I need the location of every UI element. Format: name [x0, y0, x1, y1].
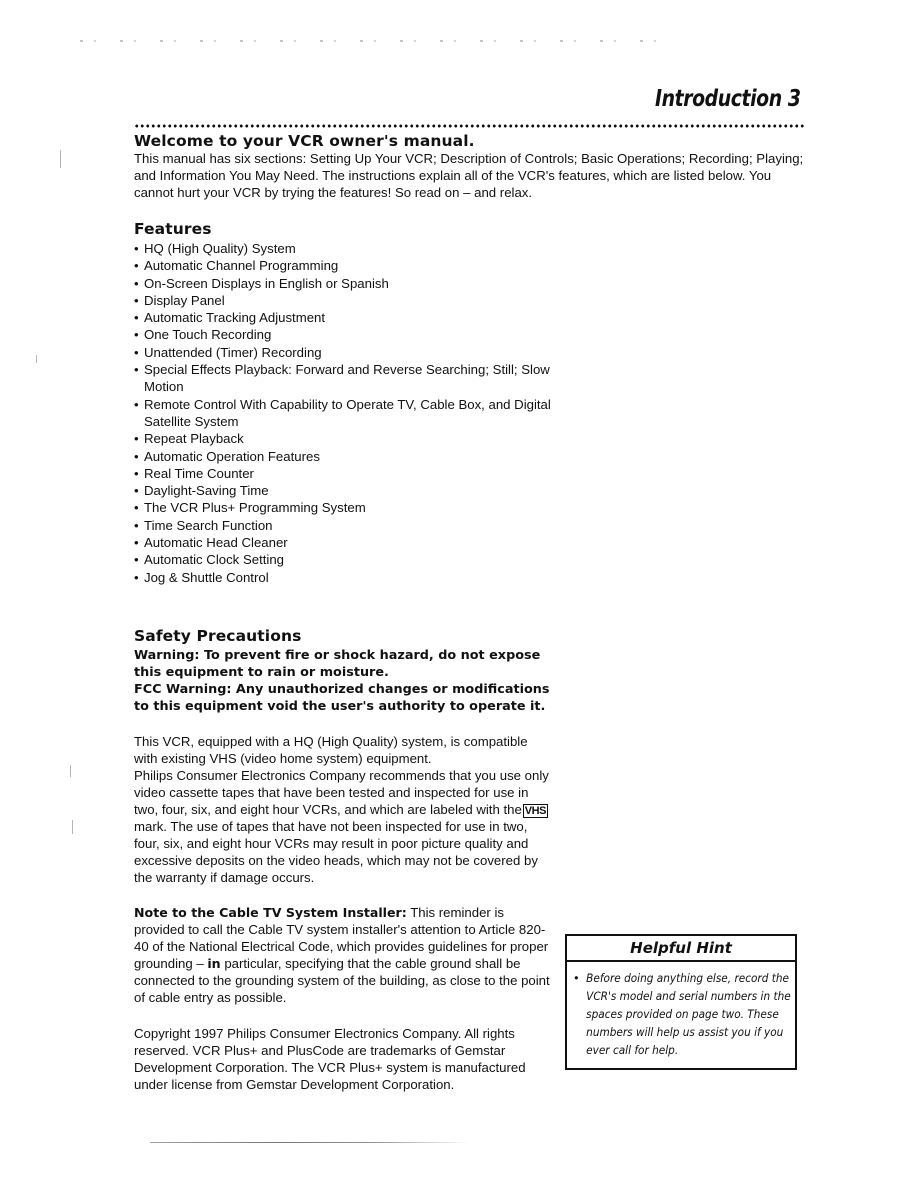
feature-item: Automatic Tracking Adjustment	[134, 309, 554, 327]
compatibility-section: This VCR, equipped with a HQ (High Quali…	[134, 733, 554, 886]
feature-item: Unattended (Timer) Recording	[134, 344, 554, 362]
scan-speck	[36, 355, 37, 363]
scan-artifact-bottom	[150, 1142, 470, 1143]
feature-item: Time Search Function	[134, 517, 554, 535]
shock-warning: Warning: To prevent fire or shock hazard…	[134, 648, 541, 680]
vhs-logo-icon: VHS	[522, 804, 548, 818]
scan-speck	[70, 765, 71, 777]
feature-item: Automatic Channel Programming	[134, 257, 554, 275]
feature-item: Repeat Playback	[134, 430, 554, 448]
scan-speck	[72, 820, 73, 834]
features-section: Features HQ (High Quality) System Automa…	[134, 220, 554, 586]
dotted-rule-divider	[134, 124, 804, 128]
compatibility-paragraph-2: Philips Consumer Electronics Company rec…	[134, 767, 554, 886]
fcc-warning: FCC Warning: Any unauthorized changes or…	[134, 682, 550, 714]
cable-installer-note: Note to the Cable TV System Installer: T…	[134, 904, 554, 1006]
feature-item: The VCR Plus+ Programming System	[134, 499, 554, 517]
scan-speck	[60, 150, 61, 168]
safety-heading: Safety Precautions	[134, 627, 302, 645]
feature-item: Automatic Clock Setting	[134, 551, 554, 569]
feature-item: Special Effects Playback: Forward and Re…	[134, 361, 554, 396]
feature-item: Daylight-Saving Time	[134, 482, 554, 500]
feature-item: HQ (High Quality) System	[134, 240, 554, 258]
cable-note-paragraph: Note to the Cable TV System Installer: T…	[134, 904, 554, 1006]
welcome-heading: Welcome to your VCR owner's manual.	[134, 132, 475, 150]
feature-item: Real Time Counter	[134, 465, 554, 483]
copyright-section: Copyright 1997 Philips Consumer Electron…	[134, 1025, 554, 1093]
features-list: HQ (High Quality) System Automatic Chann…	[134, 240, 554, 586]
welcome-body: This manual has six sections: Setting Up…	[134, 151, 804, 200]
helpful-hint-text: Before doing anything else, record the V…	[586, 972, 791, 1057]
feature-item: Automatic Operation Features	[134, 448, 554, 466]
cable-note-label: Note to the Cable TV System Installer:	[134, 905, 407, 920]
feature-item: Remote Control With Capability to Operat…	[134, 396, 554, 431]
helpful-hint-title: Helpful Hint	[567, 936, 795, 962]
features-heading: Features	[134, 220, 212, 238]
feature-item: Automatic Head Cleaner	[134, 534, 554, 552]
feature-item: Display Panel	[134, 292, 554, 310]
helpful-hint-body: • Before doing anything else, record the…	[567, 962, 795, 1060]
helpful-hint-box: Helpful Hint • Before doing anything els…	[565, 934, 797, 1070]
feature-item: Jog & Shuttle Control	[134, 569, 554, 587]
feature-item: On-Screen Displays in English or Spanish	[134, 275, 554, 293]
cable-note-bold-phrase: in	[207, 956, 221, 971]
welcome-section: Welcome to your VCR owner's manual. This…	[134, 132, 814, 201]
compatibility-paragraph-1: This VCR, equipped with a HQ (High Quali…	[134, 734, 528, 766]
compatibility-text-before-logo: Philips Consumer Electronics Company rec…	[134, 768, 549, 817]
feature-item: One Touch Recording	[134, 326, 554, 344]
running-head: Introduction 3	[655, 86, 801, 112]
safety-section: Safety Precautions Warning: To prevent f…	[134, 627, 554, 715]
scan-artifact-top	[80, 40, 680, 42]
copyright-text: Copyright 1997 Philips Consumer Electron…	[134, 1026, 526, 1092]
compatibility-text-after-logo: mark. The use of tapes that have not bee…	[134, 819, 538, 885]
